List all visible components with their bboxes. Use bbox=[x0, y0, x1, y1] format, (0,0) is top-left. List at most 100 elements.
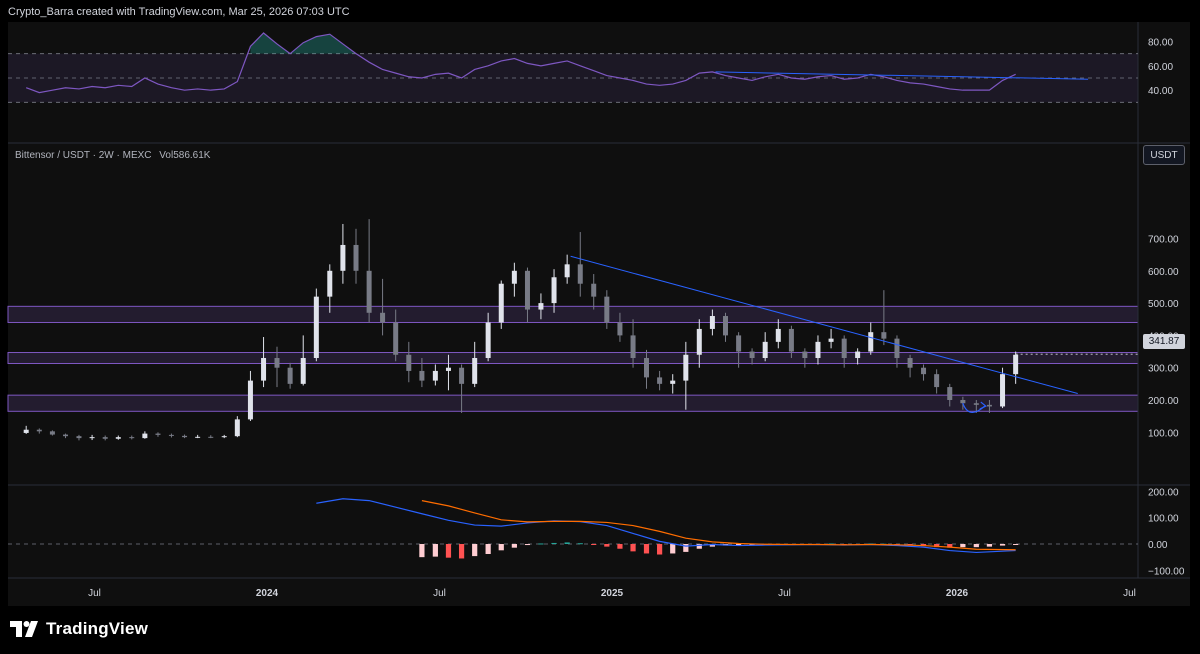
macd-histogram-bar bbox=[657, 544, 663, 555]
macd-histogram-bar bbox=[999, 544, 1006, 546]
support-resistance-zone bbox=[7, 352, 1139, 365]
candle-body bbox=[921, 367, 927, 375]
candle-body bbox=[445, 367, 451, 371]
candle-body bbox=[353, 244, 359, 271]
candle-body bbox=[1013, 354, 1019, 375]
macd-histogram-bar bbox=[485, 544, 491, 554]
time-axis-tick-label: Jul bbox=[1123, 588, 1136, 599]
candle-body bbox=[102, 437, 108, 439]
candle-body bbox=[881, 332, 887, 339]
candle-body bbox=[221, 436, 227, 438]
candle-body bbox=[485, 322, 491, 359]
rsi-axis-tick-label: 80.00 bbox=[1148, 38, 1173, 49]
candle-body bbox=[274, 358, 280, 368]
candle-body bbox=[287, 367, 293, 384]
macd-histogram-bar bbox=[564, 542, 570, 544]
candle-body bbox=[208, 436, 214, 438]
candle-body bbox=[182, 435, 188, 438]
candle-body bbox=[23, 429, 29, 433]
price-axis-tick-label: 100.00 bbox=[1148, 428, 1179, 439]
volume-value: 586.61K bbox=[173, 150, 211, 161]
rsi-axis-tick-label: 40.00 bbox=[1148, 86, 1173, 97]
candle-body bbox=[327, 270, 333, 297]
macd-axis-tick-label: 0.00 bbox=[1148, 540, 1168, 551]
candle-body bbox=[261, 358, 267, 381]
price-axis-tick-label: 500.00 bbox=[1148, 299, 1179, 310]
candle-body bbox=[234, 419, 240, 437]
candle-body bbox=[657, 377, 663, 384]
time-axis-tick-label: Jul bbox=[778, 588, 791, 599]
symbol-legend: Bittensor / USDT · 2W · MEXC Vol586.61K bbox=[15, 150, 210, 161]
candle-body bbox=[524, 270, 530, 310]
macd-histogram-bar bbox=[511, 544, 517, 548]
macd-axis-tick-label: 100.00 bbox=[1148, 514, 1179, 525]
macd-histogram-bar bbox=[419, 544, 425, 558]
candle-body bbox=[393, 322, 399, 355]
currency-unit-button[interactable]: USDT bbox=[1143, 145, 1185, 165]
candle-body bbox=[736, 335, 742, 352]
brand-name: TradingView bbox=[46, 619, 149, 638]
candle-body bbox=[300, 358, 306, 384]
support-resistance-zone bbox=[7, 394, 1139, 412]
candle-body bbox=[709, 316, 715, 329]
macd-histogram-bar bbox=[643, 544, 650, 554]
candle-body bbox=[591, 283, 597, 297]
macd-histogram-bar bbox=[445, 544, 452, 558]
rsi-axis-tick-label: 60.00 bbox=[1148, 62, 1173, 73]
macd-histogram-bar bbox=[960, 544, 966, 548]
candle-body bbox=[841, 338, 847, 359]
candle-body bbox=[89, 437, 95, 439]
candle-body bbox=[459, 367, 465, 384]
candle-body bbox=[973, 403, 979, 405]
candle-body bbox=[340, 244, 346, 271]
price-axis-tick-label: 300.00 bbox=[1148, 364, 1179, 375]
tradingview-logo[interactable]: TradingView bbox=[10, 619, 148, 639]
time-axis-tick-label: 2025 bbox=[601, 588, 624, 599]
candle-body bbox=[49, 431, 55, 435]
macd-histogram-bar bbox=[472, 544, 478, 557]
candle-body bbox=[63, 434, 69, 437]
candle-body bbox=[788, 328, 794, 352]
candle-body bbox=[762, 341, 768, 359]
macd-histogram-bar bbox=[498, 544, 504, 551]
volume-label: Vol bbox=[159, 150, 174, 161]
candle-body bbox=[498, 283, 504, 323]
candle-body bbox=[432, 370, 438, 381]
candle-body bbox=[313, 296, 319, 359]
candle-body bbox=[907, 358, 913, 368]
candle-body bbox=[696, 328, 702, 355]
macd-histogram-bar bbox=[432, 544, 438, 557]
price-axis-tick-label: 200.00 bbox=[1148, 396, 1179, 407]
time-axis-tick-label: Jul bbox=[88, 588, 101, 599]
candle-body bbox=[802, 351, 808, 359]
tradingview-logo-icon bbox=[10, 621, 38, 637]
last-price-label: 341.87 bbox=[1143, 334, 1185, 349]
macd-histogram-bar bbox=[604, 544, 610, 547]
candle-body bbox=[577, 264, 583, 284]
candle-body bbox=[855, 351, 861, 359]
candle-body bbox=[380, 312, 386, 323]
candle-body bbox=[551, 277, 557, 304]
candle-body bbox=[129, 437, 135, 439]
candle-body bbox=[1000, 374, 1006, 407]
support-resistance-zone bbox=[7, 305, 1139, 323]
candle-body bbox=[538, 303, 544, 310]
candle-body bbox=[683, 354, 689, 381]
candle-body bbox=[986, 404, 992, 407]
candle-body bbox=[630, 335, 636, 359]
candle-body bbox=[723, 316, 729, 336]
macd-histogram-bar bbox=[577, 543, 583, 545]
candle-body bbox=[815, 341, 821, 359]
candle-body bbox=[604, 296, 610, 323]
candle-body bbox=[76, 436, 82, 439]
candle-body bbox=[644, 358, 649, 378]
candle-body bbox=[617, 322, 623, 336]
candle-body bbox=[828, 338, 834, 342]
candle-body bbox=[36, 429, 42, 432]
candle-body bbox=[142, 433, 148, 439]
candle-body bbox=[406, 354, 412, 371]
candle-body bbox=[168, 434, 174, 436]
attribution-text: Crypto_Barra created with TradingView.co… bbox=[8, 6, 350, 18]
symbol-info: Bittensor / USDT · 2W · MEXC bbox=[15, 150, 152, 161]
candle-body bbox=[115, 437, 121, 439]
